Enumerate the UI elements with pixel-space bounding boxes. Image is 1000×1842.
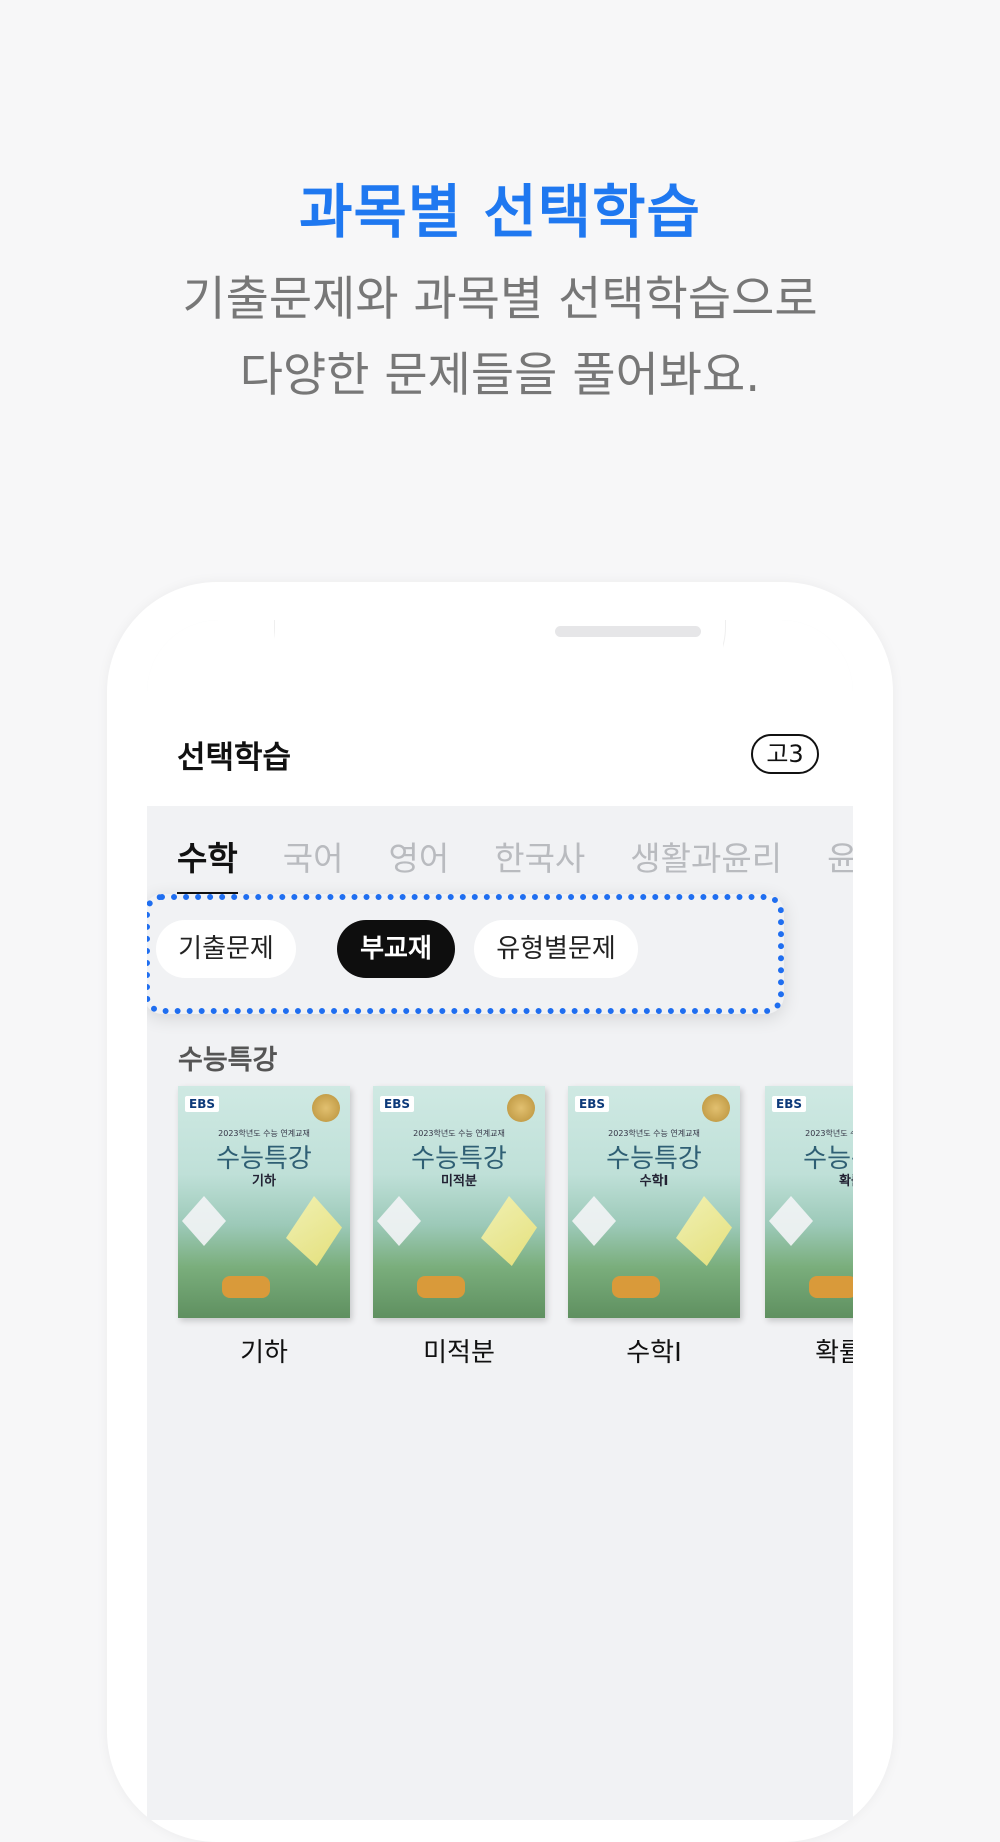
pinwheel-illustration [769, 1196, 813, 1246]
chip-by-type[interactable]: 유형별문제 [474, 920, 638, 978]
car-illustration [417, 1276, 465, 1298]
pinwheel-illustration [377, 1196, 421, 1246]
grade-selector-button[interactable]: 고3 [751, 734, 819, 774]
chip-supplementary[interactable]: 부교재 [337, 920, 455, 978]
page-title: 선택학습 [177, 740, 292, 776]
phone-screen: 선택학습 고3 수학 국어 영어 한국사 생활과윤리 윤 기출문제 부교재 유형별문제 수… [147, 620, 853, 1820]
book-label[interactable]: 확률고 [765, 1332, 853, 1369]
promo-headline: 과목별 선택학습 [299, 178, 701, 246]
pinwheel-illustration [572, 1196, 616, 1246]
pinwheel-illustration [286, 1196, 342, 1266]
car-illustration [809, 1276, 853, 1298]
ebs-logo: EBS [772, 1096, 806, 1112]
seal-badge-icon [507, 1094, 535, 1122]
book-label[interactable]: 기하 [178, 1332, 350, 1369]
pinwheel-illustration [182, 1196, 226, 1246]
app-header: 선택학습 고3 [147, 620, 853, 806]
book-cover[interactable]: EBS 2023학년도 수능 연계교재 수능특강 확률 [765, 1086, 853, 1318]
car-illustration [222, 1276, 270, 1298]
promo-subline-line-1: 기출문제와 과목별 선택학습으로 [182, 272, 818, 327]
pinwheel-illustration [676, 1196, 732, 1266]
book-cover[interactable]: EBS 2023학년도 수능 연계교재 수능특강 기하 [178, 1086, 350, 1318]
chip-past-exams[interactable]: 기출문제 [156, 920, 296, 978]
ebs-logo: EBS [380, 1096, 414, 1112]
speaker-grille [555, 626, 701, 637]
book-label[interactable]: 수학Ⅰ [568, 1332, 740, 1369]
tab-english[interactable]: 영어 [388, 832, 449, 880]
subject-tab-bar: 수학 국어 영어 한국사 생활과윤리 윤 [177, 832, 853, 896]
tab-life-ethics[interactable]: 생활과윤리 [630, 832, 782, 880]
book-subject: 미적분 [441, 1174, 477, 1189]
book-cover[interactable]: EBS 2023학년도 수능 연계교재 수능특강 수학Ⅰ [568, 1086, 740, 1318]
car-illustration [612, 1276, 660, 1298]
seal-badge-icon [702, 1094, 730, 1122]
ebs-logo: EBS [185, 1096, 219, 1112]
phone-notch [275, 620, 723, 717]
book-subject: 수학Ⅰ [639, 1174, 669, 1189]
promo-subline-line-2: 다양한 문제들을 풀어봐요. [239, 348, 761, 403]
tab-math[interactable]: 수학 [177, 832, 238, 896]
seal-badge-icon [312, 1094, 340, 1122]
tab-truncated[interactable]: 윤 [827, 832, 853, 880]
book-label[interactable]: 미적분 [373, 1332, 545, 1369]
tab-korean-history[interactable]: 한국사 [494, 832, 585, 880]
ebs-logo: EBS [575, 1096, 609, 1112]
tab-korean[interactable]: 국어 [283, 832, 344, 880]
book-subject: 확률 [839, 1174, 853, 1189]
book-subject: 기하 [252, 1174, 276, 1189]
book-cover[interactable]: EBS 2023학년도 수능 연계교재 수능특강 미적분 [373, 1086, 545, 1318]
section-label: 수능특강 [178, 1045, 278, 1076]
promo-subline: 기출문제와 과목별 선택학습으로 다양한 문제들을 풀어봐요. [0, 262, 1000, 414]
pinwheel-illustration [481, 1196, 537, 1266]
